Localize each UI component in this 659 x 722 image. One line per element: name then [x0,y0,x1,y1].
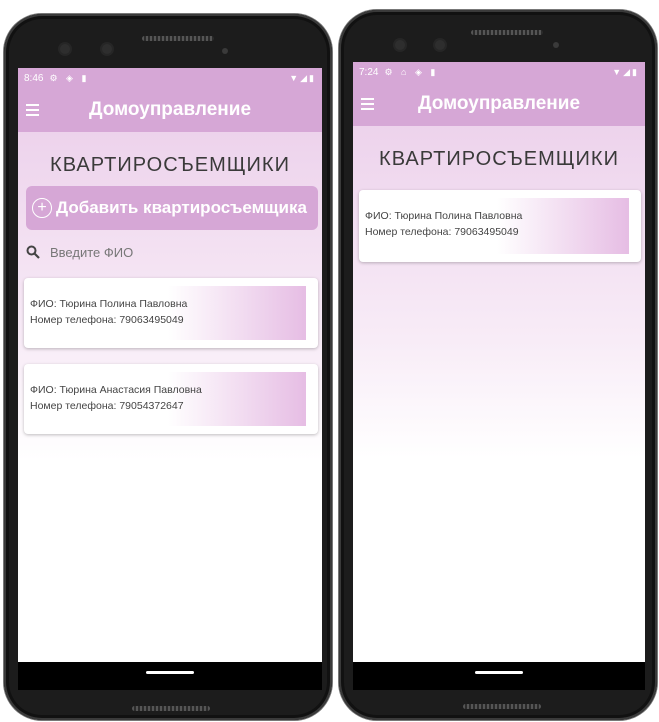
menu-icon[interactable] [26,104,46,116]
status-icons: ⚙ ⌂ ◈ ▮ [384,66,439,77]
right-screen: 7:24 ⚙ ⌂ ◈ ▮ ▼◢▮ Домоуправление КВАРТИРО… [353,62,645,690]
status-time: 7:24 [359,66,379,78]
top-speaker [142,36,214,41]
app-title: Домоуправление [88,99,252,120]
bottom-speaker [463,704,541,709]
add-tenant-button[interactable]: + Добавить квартиросъемщика [26,186,318,230]
search-bar[interactable] [26,239,316,265]
tenant-card-body: ФИО: Тюрина Полина Павловна Номер телефо… [30,286,306,340]
tenant-card[interactable]: ФИО: Тюрина Полина Павловна Номер телефо… [359,190,641,262]
content-area: КВАРТИРОСЪЕМЩИКИ + Добавить квартиросъем… [18,132,322,662]
front-camera-icon [60,44,70,54]
navigation-bar [18,662,322,690]
home-gesture-handle[interactable] [146,671,194,674]
menu-icon[interactable] [361,98,381,110]
sensor-icon [102,44,112,54]
tenant-phone: Номер телефона: 79063495049 [30,314,184,326]
tenant-phone: Номер телефона: 79063495049 [365,226,519,238]
home-gesture-handle[interactable] [475,671,523,674]
proximity-sensor [222,48,228,54]
page-title: КВАРТИРОСЪЕМЩИКИ [50,154,290,176]
search-icon [26,245,40,259]
front-camera-icon [395,40,405,50]
tenant-card[interactable]: ФИО: Тюрина Анастасия Павловна Номер тел… [24,364,318,434]
top-speaker [471,30,543,35]
status-bar: 8:46 ⚙ ◈ ▮ ▼◢▮ [18,68,322,88]
app-title: Домоуправление [417,93,581,114]
status-icons: ⚙ ◈ ▮ [49,72,90,83]
tenant-name: ФИО: Тюрина Полина Павловна [365,210,523,222]
status-time: 8:46 [24,72,44,84]
tenant-name: ФИО: Тюрина Полина Павловна [30,298,188,310]
search-input[interactable] [48,243,272,261]
app-bar: Домоуправление [353,82,645,126]
page-title: КВАРТИРОСЪЕМЩИКИ [379,148,619,170]
signal-battery-icon: ▼◢▮ [289,72,316,83]
status-bar: 7:24 ⚙ ⌂ ◈ ▮ ▼◢▮ [353,62,645,82]
plus-circle-icon: + [32,198,52,218]
tenant-card-body: ФИО: Тюрина Полина Павловна Номер телефо… [365,198,629,254]
tenant-card[interactable]: ФИО: Тюрина Полина Павловна Номер телефо… [24,278,318,348]
bottom-speaker [132,706,210,711]
right-phone-frame: 7:24 ⚙ ⌂ ◈ ▮ ▼◢▮ Домоуправление КВАРТИРО… [339,10,657,720]
tenant-card-body: ФИО: Тюрина Анастасия Павловна Номер тел… [30,372,306,426]
left-phone-frame: 8:46 ⚙ ◈ ▮ ▼◢▮ Домоуправление КВАРТИРОСЪ… [4,14,332,720]
proximity-sensor [553,42,559,48]
signal-battery-icon: ▼◢▮ [612,66,639,77]
app-bar: Домоуправление [18,88,322,132]
navigation-bar [353,662,645,690]
tenant-name: ФИО: Тюрина Анастасия Павловна [30,384,202,396]
tenant-phone: Номер телефона: 79054372647 [30,400,184,412]
left-screen: 8:46 ⚙ ◈ ▮ ▼◢▮ Домоуправление КВАРТИРОСЪ… [18,68,322,690]
content-area: КВАРТИРОСЪЕМЩИКИ ФИО: Тюрина Полина Павл… [353,126,645,662]
add-tenant-label: Добавить квартиросъемщика [56,198,307,217]
sensor-icon [435,40,445,50]
